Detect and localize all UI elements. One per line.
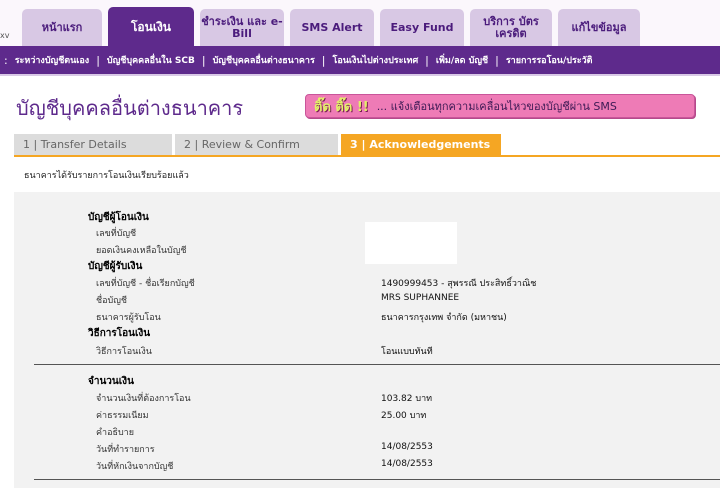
- subnav-other-scb[interactable]: บัญชีบุคคลอื่นใน SCB: [104, 53, 198, 67]
- step-acknowledgements: 3 | Acknowledgements: [341, 134, 501, 155]
- tab-label: หน้าแรก: [41, 20, 83, 34]
- banner-message: ... แจ้งเตือนทุกความเคลื่อนไหวของบัญชีผ่…: [376, 100, 617, 113]
- to-account-heading: บัญชีผู้รับเงิน: [88, 261, 143, 272]
- transfer-summary: บัญชีผู้โอนเงิน เลขที่บัญชี ยอดเงินคงเหล…: [14, 192, 720, 488]
- tab-transfer[interactable]: โอนเงิน: [108, 7, 194, 46]
- debit-date-label: วันที่หักเงินจากบัญชี: [96, 462, 174, 472]
- separator: |: [495, 53, 499, 67]
- tab-label: โอนเงิน: [130, 19, 172, 34]
- method-value: โอนแบบทันที: [381, 347, 433, 357]
- corner-label: xv: [0, 31, 10, 40]
- masked-account-info: [365, 222, 457, 264]
- sub-nav: : ระหว่างบัญชีตนเอง | บัญชีบุคคลอื่นใน S…: [0, 46, 720, 74]
- subnav-pending-history[interactable]: รายการรอโอน/ประวัติ: [503, 53, 596, 67]
- top-tab-bar: xv หน้าแรก โอนเงิน ชำระเงิน และ e-Bill S…: [0, 0, 720, 46]
- txn-date-value: 14/08/2553: [381, 442, 433, 452]
- to-bank-label: ธนาคารผู้รับโอน: [96, 313, 161, 323]
- tab-edit-profile[interactable]: แก้ไขข้อมูล: [558, 9, 640, 46]
- banner-tid: ติ๊ด ติ๊ด !!: [314, 99, 369, 115]
- subnav-overseas[interactable]: โอนเงินไปต่างประเทศ: [330, 53, 422, 67]
- subnav-other-bank[interactable]: บัญชีบุคคลอื่นต่างธนาคาร: [210, 53, 318, 67]
- steps-underline: [14, 155, 720, 157]
- method-label: วิธีการโอนเงิน: [96, 347, 152, 357]
- amount-heading: จำนวนเงิน: [88, 376, 134, 387]
- step-transfer-details: 1 | Transfer Details: [14, 134, 172, 155]
- tab-label: แก้ไขข้อมูล: [571, 20, 627, 34]
- to-account-no-label: เลขที่บัญชี - ชื่อเรียกบัญชี: [96, 279, 195, 289]
- tab-label: ชำระเงิน และ e-Bill: [201, 14, 283, 40]
- description-label: คำอธิบาย: [96, 428, 135, 438]
- tab-easy-fund[interactable]: Easy Fund: [380, 9, 464, 46]
- separator: |: [201, 53, 206, 67]
- subnav-manage-accounts[interactable]: เพิ่ม/ลด บัญชี: [433, 53, 491, 67]
- tab-label: SMS Alert: [301, 20, 363, 34]
- tab-label: Easy Fund: [390, 20, 454, 34]
- to-account-no-value: 1490999453 - สุพรรณี ประสิทธิ์วาณิช: [381, 279, 537, 289]
- from-account-heading: บัญชีผู้โอนเงิน: [88, 212, 149, 223]
- separator: :: [4, 53, 8, 67]
- fee-value: 25.00 บาท: [381, 411, 427, 421]
- txn-date-label: วันที่ทำรายการ: [96, 445, 155, 455]
- from-account-no-label: เลขที่บัญชี: [96, 229, 137, 239]
- tab-label: บริการ บัตรเครดิต: [483, 14, 539, 40]
- from-balance-label: ยอดเงินคงเหลือในบัญชี: [96, 246, 187, 256]
- amount-label: จำนวนเงินที่ต้องการโอน: [96, 394, 191, 404]
- section-divider: [34, 364, 720, 365]
- page-title: บัญชีบุคคลอื่นต่างธนาคาร: [16, 96, 244, 120]
- subnav-underline: [0, 74, 720, 76]
- tab-home[interactable]: หน้าแรก: [22, 9, 102, 46]
- tab-payment-ebill[interactable]: ชำระเงิน และ e-Bill: [200, 9, 284, 46]
- separator: |: [96, 53, 100, 67]
- debit-date-value: 14/08/2553: [381, 459, 433, 469]
- method-heading: วิธีการโอนเงิน: [88, 328, 151, 339]
- progress-steps: 1 | Transfer Details 2 | Review & Confir…: [14, 134, 504, 155]
- to-bank-value: ธนาคารกรุงเทพ จำกัด (มหาชน): [381, 313, 507, 323]
- step-review-confirm: 2 | Review & Confirm: [175, 134, 338, 155]
- fee-label: ค่าธรรมเนียม: [96, 411, 149, 421]
- separator: |: [425, 53, 429, 67]
- amount-value: 103.82 บาท: [381, 394, 433, 404]
- subnav-own-accounts[interactable]: ระหว่างบัญชีตนเอง: [12, 53, 92, 67]
- sms-alert-banner[interactable]: ติ๊ด ติ๊ด !! ... แจ้งเตือนทุกความเคลื่อน…: [305, 94, 695, 118]
- success-message: ธนาคารได้รับรายการโอนเงินเรียบร้อยแล้ว: [24, 171, 189, 181]
- to-account-name-label: ชื่อบัญชี: [96, 296, 128, 306]
- tab-sms-alert[interactable]: SMS Alert: [290, 9, 374, 46]
- bottom-divider: [34, 479, 720, 480]
- tab-credit-card[interactable]: บริการ บัตรเครดิต: [470, 9, 552, 46]
- separator: |: [321, 53, 326, 67]
- to-account-name-value: MRS SUPHANNEE: [381, 293, 460, 303]
